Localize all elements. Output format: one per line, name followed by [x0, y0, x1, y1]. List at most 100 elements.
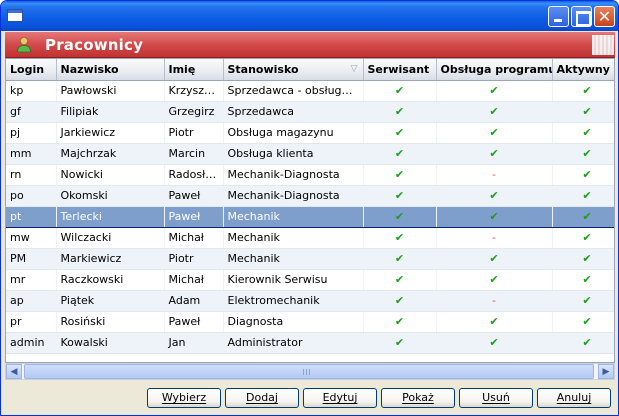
pokaz-button[interactable]: Pokaż: [381, 388, 455, 408]
cell-imie: Piotr: [164, 122, 224, 144]
check-icon: ✔: [394, 231, 405, 244]
cell-obsluga: ✔: [436, 185, 553, 207]
cell-login: mw: [6, 227, 57, 249]
table-row[interactable]: admin Kowalski Jan Administrator ✔ ✔ ✔: [6, 332, 614, 354]
check-icon: ✔: [489, 105, 499, 118]
cell-serwisant: ✔: [363, 185, 437, 207]
cell-login: kp: [6, 80, 57, 102]
column-header-imie[interactable]: Imię: [164, 59, 224, 81]
table-row[interactable]: mm Majchrzak Marcin Obsługa klienta ✔ ✔ …: [6, 143, 614, 165]
cell-serwisant: ✔: [363, 143, 437, 165]
cell-stanowisko: Mechanik: [223, 248, 364, 270]
dash-icon: -: [492, 231, 496, 244]
edytuj-button[interactable]: Edytuj: [303, 388, 377, 408]
cell-aktywny: ✔: [552, 122, 614, 144]
cell-login: pr: [6, 311, 57, 333]
cell-nazwisko: Rosiński: [56, 311, 165, 333]
cell-aktywny: ✔: [552, 248, 614, 270]
cell-aktywny: ✔: [552, 101, 614, 123]
column-header-login[interactable]: Login: [6, 59, 57, 81]
maximize-icon: [572, 7, 591, 26]
cell-stanowisko: Obsługa klienta: [223, 143, 364, 165]
cell-serwisant: ✔: [363, 332, 437, 354]
employees-table: Login Nazwisko Imię Stanowisko ▽ Serwisan…: [6, 59, 614, 354]
table-row[interactable]: po Okomski Paweł Mechanik-Diagnosta ✔ ✔ …: [6, 185, 614, 207]
cell-aktywny: ✔: [552, 332, 614, 354]
pracownicy-window: ✕ Pracownicy Login Nazwisko Imię Stanowi…: [0, 0, 619, 416]
check-icon: ✔: [582, 252, 592, 265]
horizontal-scrollbar[interactable]: ◀ ▶: [5, 363, 615, 380]
cell-imie: Piotr: [164, 248, 224, 270]
cell-nazwisko: Piątek: [56, 290, 165, 312]
cell-serwisant: ✔: [363, 311, 437, 333]
cell-aktywny: ✔: [552, 311, 614, 333]
cell-imie: Paweł: [164, 185, 224, 207]
cell-aktywny: ✔: [552, 290, 614, 312]
table-row[interactable]: mw Wilczacki Michał Mechanik ✔ - ✔: [6, 227, 614, 249]
cell-nazwisko: Majchrzak: [56, 143, 165, 165]
title-bar[interactable]: ✕: [1, 1, 618, 31]
check-icon: ✔: [489, 84, 499, 97]
cell-obsluga: ✔: [436, 248, 553, 270]
check-icon: ✔: [582, 210, 592, 223]
table-row-selected[interactable]: pt Terlecki Paweł Mechanik ✔ ✔ ✔: [6, 205, 614, 228]
cell-nazwisko: Kowalski: [56, 332, 165, 354]
cell-nazwisko: Raczkowski: [56, 269, 165, 291]
table-row[interactable]: pr Rosiński Paweł Diagnosta ✔ ✔ ✔: [6, 311, 614, 333]
cell-login: pj: [6, 122, 57, 144]
dash-icon: -: [492, 168, 496, 181]
cell-nazwisko: Terlecki: [56, 205, 165, 228]
cell-obsluga: -: [436, 290, 553, 312]
cell-stanowisko: Sprzedawca: [223, 101, 364, 123]
check-icon: ✔: [394, 147, 405, 160]
check-icon: ✔: [489, 147, 499, 160]
wybierz-button[interactable]: Wybierz: [147, 388, 221, 408]
maximize-button[interactable]: [571, 6, 592, 27]
column-header-aktywny[interactable]: Aktywny: [552, 59, 614, 81]
check-icon: ✔: [489, 273, 499, 286]
check-icon: ✔: [489, 315, 499, 328]
usun-button[interactable]: Usuń: [459, 388, 533, 408]
check-icon: ✔: [582, 231, 592, 244]
cell-nazwisko: Jarkiewicz: [56, 122, 165, 144]
table-row[interactable]: rn Nowicki Radosław Mechanik-Diagnosta ✔…: [6, 164, 614, 186]
cell-login: rn: [6, 164, 57, 186]
cell-imie: Grzegirz: [164, 101, 224, 123]
column-header-obsluga[interactable]: Obsługa programu: [436, 59, 553, 81]
cell-imie: Paweł: [164, 205, 224, 228]
check-icon: ✔: [394, 294, 405, 307]
table-row[interactable]: ap Piątek Adam Elektromechanik ✔ - ✔: [6, 290, 614, 312]
cell-aktywny: ✔: [552, 185, 614, 207]
column-header-nazwisko[interactable]: Nazwisko: [56, 59, 165, 81]
scroll-right-button[interactable]: ▶: [598, 364, 614, 379]
scrollbar-thumb[interactable]: [24, 364, 594, 379]
check-icon: ✔: [394, 126, 405, 139]
column-header-serwisant[interactable]: Serwisant: [363, 59, 437, 81]
section-title: Pracownicy: [45, 36, 144, 54]
check-icon: ✔: [394, 336, 405, 349]
cell-serwisant: ✔: [363, 122, 437, 144]
employees-grid[interactable]: Login Nazwisko Imię Stanowisko ▽ Serwisan…: [5, 58, 615, 363]
cell-stanowisko: Obsługa magazynu: [223, 122, 364, 144]
cell-nazwisko: Filipiak: [56, 101, 165, 123]
check-icon: ✔: [489, 336, 499, 349]
cell-serwisant: ✔: [363, 269, 437, 291]
check-icon: ✔: [582, 336, 592, 349]
section-header: Pracownicy: [5, 32, 615, 58]
anuluj-button[interactable]: Anuluj: [537, 388, 611, 408]
table-row[interactable]: gf Filipiak Grzegirz Sprzedawca ✔ ✔ ✔: [6, 101, 614, 123]
column-header-stanowisko[interactable]: Stanowisko ▽: [223, 59, 364, 81]
dodaj-button[interactable]: Dodaj: [225, 388, 299, 408]
close-button[interactable]: ✕: [594, 6, 615, 27]
cell-aktywny: ✔: [552, 164, 614, 186]
table-row[interactable]: mr Raczkowski Michał Kierownik Serwisu ✔…: [6, 269, 614, 291]
scroll-left-button[interactable]: ◀: [6, 364, 22, 379]
table-row[interactable]: pj Jarkiewicz Piotr Obsługa magazynu ✔ ✔…: [6, 122, 614, 144]
dash-icon: -: [492, 294, 496, 307]
table-row[interactable]: kp Pawłowski Krzysztof Sprzedawca - obsł…: [6, 80, 614, 102]
minimize-button[interactable]: [548, 6, 569, 27]
table-row[interactable]: PM Markiewicz Piotr Mechanik ✔ ✔ ✔: [6, 248, 614, 270]
cell-obsluga: ✔: [436, 269, 553, 291]
cell-obsluga: -: [436, 164, 553, 186]
cell-imie: Radosław: [164, 164, 224, 186]
